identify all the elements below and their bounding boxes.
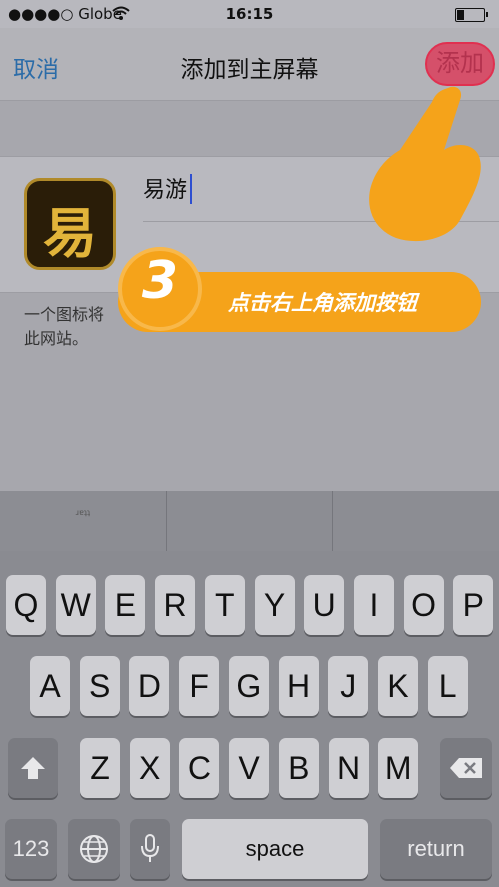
key-a[interactable]: A	[30, 656, 70, 716]
key-w[interactable]: W	[55, 575, 96, 635]
key-n[interactable]: N	[328, 738, 369, 798]
numbers-key[interactable]: 123	[5, 819, 57, 879]
globe-key[interactable]	[68, 819, 120, 879]
step-number: 3	[141, 251, 179, 311]
battery-icon	[455, 8, 488, 22]
clock: 16:15	[225, 5, 274, 23]
delete-icon	[450, 758, 482, 778]
key-l[interactable]: L	[427, 656, 468, 716]
key-t[interactable]: T	[204, 575, 245, 635]
shift-icon	[21, 757, 45, 779]
text-cursor	[190, 174, 192, 204]
status-bar: ●●●●○ Globe 16:15	[0, 0, 499, 28]
key-h[interactable]: H	[278, 656, 319, 716]
app-name-input[interactable]: 易游	[143, 172, 187, 204]
key-e[interactable]: E	[105, 575, 146, 635]
suggestion-item[interactable]: ɹɐʇʇ	[0, 508, 166, 517]
keyboard: 123 space return QWERTYUIOP ASDFGHJKL ZXCV…	[0, 551, 499, 887]
delete-key[interactable]	[440, 738, 492, 798]
key-o[interactable]: O	[403, 575, 444, 635]
key-m[interactable]: M	[378, 738, 419, 798]
key-p[interactable]: P	[453, 575, 494, 635]
globe-icon	[80, 835, 108, 863]
page-title: 添加到主屏幕	[180, 57, 319, 83]
key-d[interactable]: D	[129, 656, 170, 716]
instruction-text: 点击右上角添加按钮	[228, 291, 417, 315]
suggestion-bar	[0, 491, 499, 551]
shift-key[interactable]	[8, 738, 58, 798]
key-u[interactable]: U	[304, 575, 345, 635]
app-icon: 易	[24, 178, 116, 270]
key-k[interactable]: K	[377, 656, 418, 716]
microphone-key[interactable]	[130, 819, 170, 879]
suggestion-divider	[166, 491, 167, 551]
key-j[interactable]: J	[328, 656, 369, 716]
key-b[interactable]: B	[278, 738, 319, 798]
key-i[interactable]: I	[353, 575, 394, 635]
key-v[interactable]: V	[229, 738, 270, 798]
suggestion-divider	[332, 491, 333, 551]
key-g[interactable]: G	[228, 656, 269, 716]
app-icon-glyph: 易	[43, 202, 97, 265]
key-z[interactable]: Z	[80, 738, 120, 798]
key-y[interactable]: Y	[254, 575, 295, 635]
space-key[interactable]: space	[182, 819, 368, 879]
pointing-hand-icon	[369, 86, 481, 242]
key-c[interactable]: C	[179, 738, 220, 798]
microphone-icon	[141, 834, 159, 862]
key-s[interactable]: S	[79, 656, 120, 716]
key-f[interactable]: F	[179, 656, 220, 716]
key-q[interactable]: Q	[6, 575, 46, 635]
key-r[interactable]: R	[155, 575, 196, 635]
key-x[interactable]: X	[129, 738, 170, 798]
return-key[interactable]: return	[380, 819, 492, 879]
